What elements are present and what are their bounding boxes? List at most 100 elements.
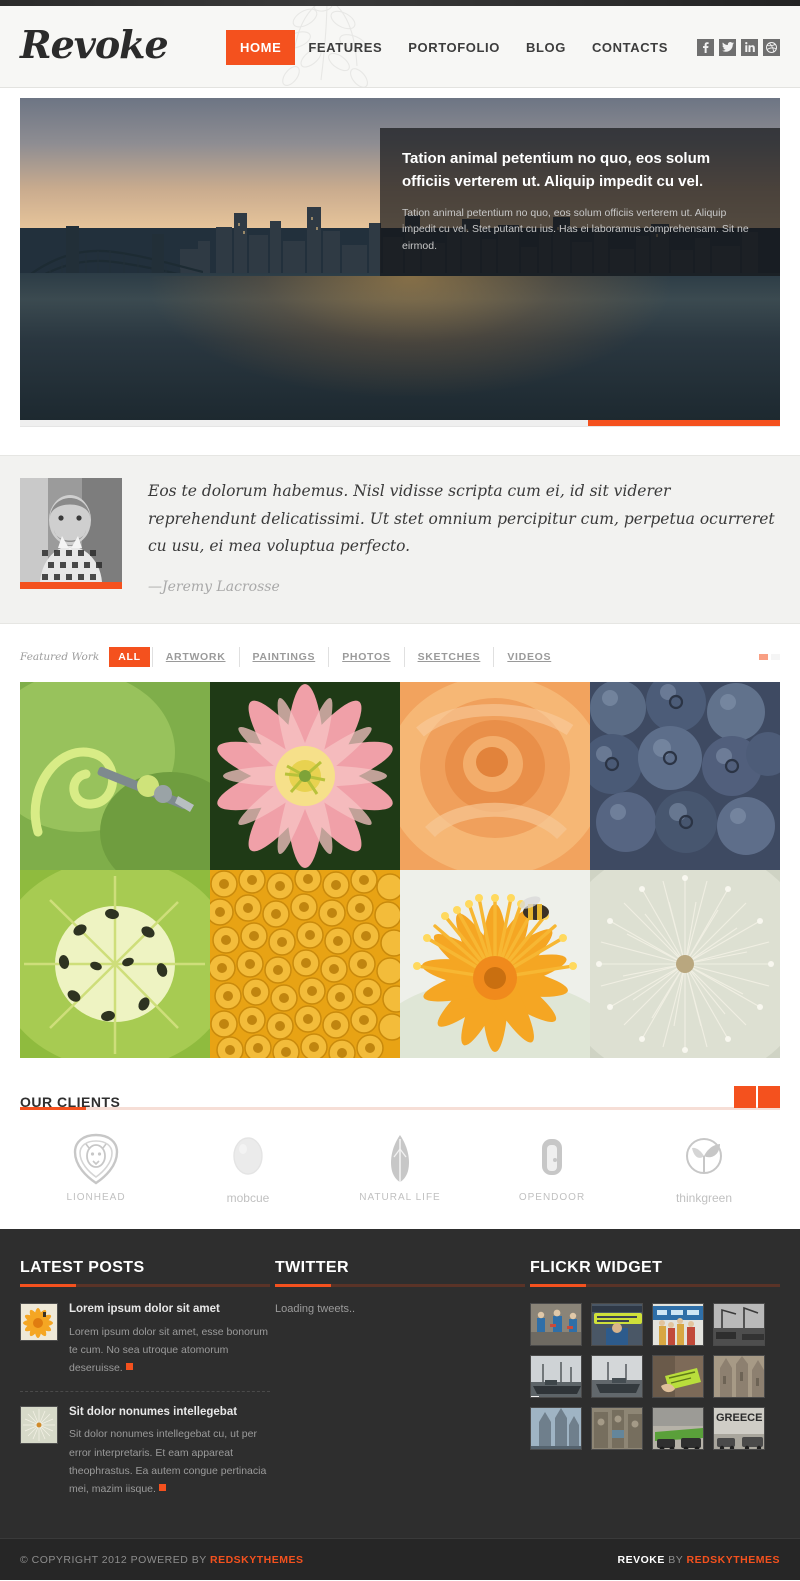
portfolio-item-blueberries-cluster[interactable] [590,681,780,870]
filter-photos[interactable]: PHOTOS [328,646,403,667]
filter-artwork[interactable]: ARTWORK [151,646,239,667]
read-more-icon[interactable] [158,1483,166,1491]
slider-progress-bar[interactable] [20,420,780,427]
flickr-photo-boats-harbour-2[interactable] [591,1354,643,1398]
footer-column-latest-posts: LATEST POSTS Lorem ipsum dolor sit amet … [20,1259,270,1512]
post-excerpt: Sit dolor nonumes intellegebat cu, ut pe… [69,1428,267,1495]
slide-caption-title: Tation animal petentium no quo, eos solu… [402,150,711,190]
copyright-brand-link[interactable]: REDSKYTHEMES [210,1554,304,1566]
lion-shield-icon [73,1134,119,1185]
avatar-photo [20,478,122,582]
avatar-accent-bar [20,582,122,589]
flickr-photo-marathon-runners[interactable] [530,1302,582,1346]
flickr-photo-street-graffiti-cars[interactable] [652,1406,704,1450]
clients-divider-accent [20,1106,86,1110]
client-logo-natural-life[interactable]: NATURAL LIFE [340,1133,460,1203]
filter-all[interactable]: ALL [109,646,150,667]
nav-item-contacts[interactable]: CONTACTS [579,31,681,64]
twitter-icon[interactable] [719,38,736,56]
slide-water-reflection [150,276,670,396]
site-header: Revoke HOME FEATURES PORTOFOLIO BLOG CON… [0,6,800,88]
slide-caption: Tation animal petentium no quo, eos solu… [380,128,780,276]
portfolio-item-pink-tulip-flower[interactable] [210,681,400,870]
flickr-photo-boats-harbour-1[interactable] [530,1354,582,1398]
read-more-icon[interactable] [125,1362,133,1370]
mobcue-oval-icon [233,1137,263,1175]
client-name-opendoor: OPENDOOR [518,1192,586,1204]
filter-paintings[interactable]: PAINTINGS [238,646,329,667]
hero-slider[interactable]: Tation animal petentium no quo, eos solu… [20,98,780,420]
filter-sketches[interactable]: SKETCHES [403,646,494,667]
flickr-photo-crowd-blue-banner[interactable] [652,1302,704,1346]
flickr-divider [530,1283,780,1287]
testimonial-avatar [20,478,122,595]
site-footer: LATEST POSTS Lorem ipsum dolor sit amet … [0,1224,800,1538]
post-excerpt: Lorem ipsum dolor sit amet, esse bonorum… [69,1325,269,1374]
portfolio-item-orange-flower-with-bee[interactable] [400,869,590,1058]
flickr-photo-greece-graffiti-wall[interactable]: GREECE [713,1406,765,1450]
linkedin-icon[interactable] [741,38,758,56]
portfolio-next-button[interactable] [771,653,780,660]
slide-caption-text: Tation animal petentium no quo, eos solu… [402,207,749,252]
flickr-photo-stone-sculpture-wall[interactable] [591,1406,643,1450]
client-name-thinkgreen: thinkgreen [675,1190,733,1205]
post-thumbnail-orange-dandelion [20,1302,58,1341]
portfolio-item-dandelion-seedhead[interactable] [590,869,780,1058]
testimonial-section: Eos te dolorum habemus. Nisl vidisse scr… [0,455,800,624]
twitter-divider [275,1283,525,1287]
clients-next-button[interactable] [758,1085,780,1108]
tulip-leaf-icon [390,1135,410,1183]
portfolio-item-orange-rose-macro[interactable] [400,681,590,870]
flickr-photo-grid: GREECE [530,1302,780,1450]
client-name-lionhead: LIONHEAD [66,1192,126,1204]
portfolio-item-yellow-pasta-tubes[interactable] [210,869,400,1058]
slider-progress-track [20,420,588,426]
client-logo-mobcue[interactable]: mobcue [188,1132,308,1205]
client-logo-opendoor[interactable]: OPENDOOR [492,1133,612,1203]
credit-author-link[interactable]: REDSKYTHEMES [686,1554,780,1566]
footer-column-twitter: TWITTER Loading tweets.. [275,1259,525,1512]
portfolio-filters: ALL ARTWORK PAINTINGS PHOTOS SKETCHES VI… [109,646,564,667]
nav-item-home[interactable]: HOME [225,29,296,65]
testimonial-author: —Jeremy Lacrosse [148,578,280,595]
portfolio-section: Featured Work ALL ARTWORK PAINTINGS PHOT… [20,646,780,1058]
clients-divider [20,1106,780,1110]
slider-progress-fill [588,420,780,426]
page-root: Revoke HOME FEATURES PORTOFOLIO BLOG CON… [0,0,800,1580]
flickr-photo-bw-harbour-cranes[interactable] [713,1302,765,1346]
copyright-text: © COPYRIGHT 2012 POWERED BY REDSKYTHEMES [20,1553,304,1566]
client-name-mobcue: mobcue [226,1190,270,1205]
nav-item-portofolio[interactable]: PORTOFOLIO [395,31,513,64]
clients-header: OUR CLIENTS [20,1082,780,1110]
latest-posts-divider [20,1283,270,1287]
post-title[interactable]: Sit dolor nonumes intellegebat [69,1406,270,1420]
latest-post-item[interactable]: Sit dolor nonumes intellegebat Sit dolor… [20,1390,270,1512]
flickr-photo-cathedral-spires[interactable] [530,1406,582,1450]
flickr-photo-protest-banner-yellow[interactable] [591,1302,643,1346]
nav-item-blog[interactable]: BLOG [513,31,579,64]
clients-prev-button[interactable] [734,1085,756,1108]
client-logo-lionhead[interactable]: LIONHEAD [36,1133,156,1203]
portfolio-item-green-tendril-vine[interactable] [20,681,210,870]
site-logo[interactable]: Revoke [20,26,169,68]
door-icon [542,1139,562,1176]
footer-column-flickr: FLICKR WIDGET GREECE [530,1259,780,1512]
dribbble-icon[interactable] [763,38,780,56]
credit-text: REVOKE BY REDSKYTHEMES [617,1553,780,1566]
post-title[interactable]: Lorem ipsum dolor sit amet [69,1303,270,1317]
twitter-status: Loading tweets.. [275,1302,356,1315]
leaf-circle-icon [686,1137,722,1174]
portfolio-filter-bar: Featured Work ALL ARTWORK PAINTINGS PHOT… [20,646,780,668]
nav-item-features[interactable]: FEATURES [295,31,395,64]
facebook-icon[interactable] [697,38,714,56]
clients-logos: LIONHEAD mobcue NATURAL LIFE OPENDOOR th… [20,1128,780,1225]
client-logo-thinkgreen[interactable]: thinkgreen [644,1132,764,1205]
portfolio-item-kiwi-fruit-slice[interactable] [20,869,210,1058]
flickr-photo-green-flyer-hand[interactable] [652,1354,704,1398]
filter-videos[interactable]: VIDEOS [493,646,564,667]
latest-post-item[interactable]: Lorem ipsum dolor sit amet Lorem ipsum d… [20,1302,270,1391]
testimonial-quote: Eos te dolorum habemus. Nisl vidisse scr… [148,482,775,556]
portfolio-prev-button[interactable] [759,653,768,660]
flickr-photo-sagrada-familia-facade[interactable] [713,1354,765,1398]
main-nav: HOME FEATURES PORTOFOLIO BLOG CONTACTS [225,29,780,65]
